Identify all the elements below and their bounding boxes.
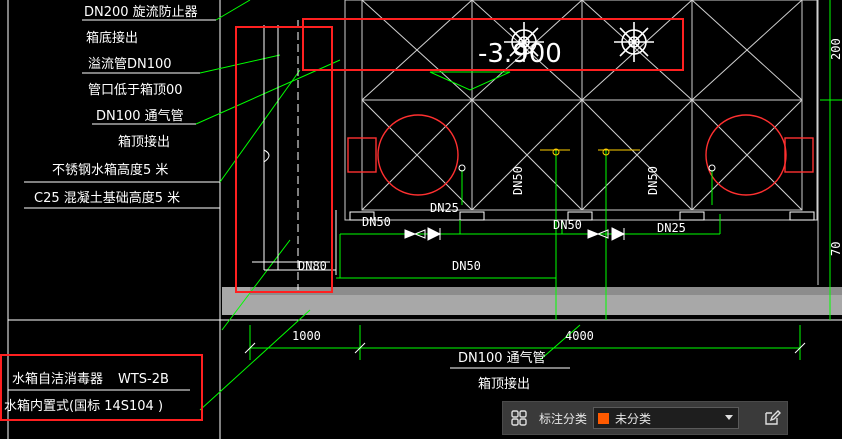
manhole-right [705,114,814,196]
riser-pipes [252,20,337,290]
disinfector-symbol-right [614,22,654,62]
annotation-toolbar: 标注分类 未分类 [502,401,788,435]
label-vent-pipe: DN100 通气管 [96,108,184,124]
label-from-tank-top-bottom: 箱顶接出 [478,376,530,392]
edit-icon [765,410,781,425]
pipe-label-dn50-c: DN50 [452,259,481,273]
manhole-left [347,114,459,196]
category-grid-button[interactable] [503,402,535,434]
label-below-tank-top: 管口低于箱顶00 [88,82,183,98]
left-labels: DN200 旋流防止器 箱底接出 溢流管DN100 管口低于箱顶00 DN100… [34,4,198,206]
highlight-box-riser[interactable] [235,26,333,293]
dimension-right-top: 200 [829,38,842,60]
dimension-1000: 1000 [292,329,321,343]
pipe-label-dn25-b: DN25 [657,221,686,235]
pipe-label-dn80: DN80 [298,259,327,273]
elevation-value: -3.900 [478,39,562,69]
pipe-label-dn50-vertical-b: DN50 [646,166,660,195]
pipe-label-dn25-a: DN25 [430,201,459,215]
label-from-tank-bottom: 箱底接出 [86,30,138,46]
tank-feet [349,211,815,221]
label-tank-height: 不锈钢水箱高度5 米 [52,162,168,178]
category-label: 标注分类 [539,411,588,426]
label-vortex-preventer: DN200 旋流防止器 [84,4,198,20]
dimension-right-mid: 70 [829,242,842,256]
legend-disinfector-name: 水箱自洁消毒器 [12,371,103,387]
water-tank [344,0,819,285]
pipe-label-dn50-a: DN50 [362,215,391,229]
pipe-label-dn50-b: DN50 [553,218,582,232]
grid-icon [511,410,527,426]
dimension-4000: 4000 [565,329,594,343]
tank-top-symbol [429,71,511,91]
cad-drawing-canvas[interactable]: DN200 旋流防止器 箱底接出 溢流管DN100 管口低于箱顶00 DN100… [0,0,842,439]
pipe-label-dn50-vertical-a: DN50 [511,166,525,195]
category-color-swatch [598,412,610,424]
chevron-down-icon [725,415,734,420]
label-vent-pipe-bottom: DN100 通气管 [458,350,546,366]
edit-annotation-button[interactable] [757,402,787,434]
legend-disinfector-model: WTS-2B [118,372,169,387]
label-overflow-pipe: 溢流管DN100 [88,57,172,72]
label-foundation-height: C25 混凝土基础高度5 米 [34,190,180,206]
float-valves [458,148,716,172]
cad-viewport[interactable]: DN200 旋流防止器 箱底接出 溢流管DN100 管口低于箱顶00 DN100… [0,0,842,439]
slab-top-edge [250,287,842,295]
label-from-tank-top: 箱顶接出 [118,134,170,150]
category-dropdown[interactable]: 未分类 [593,407,740,429]
category-selected-value: 未分类 [615,411,652,426]
legend-standard: 水箱内置式(国标 14S104 ) [4,398,163,414]
